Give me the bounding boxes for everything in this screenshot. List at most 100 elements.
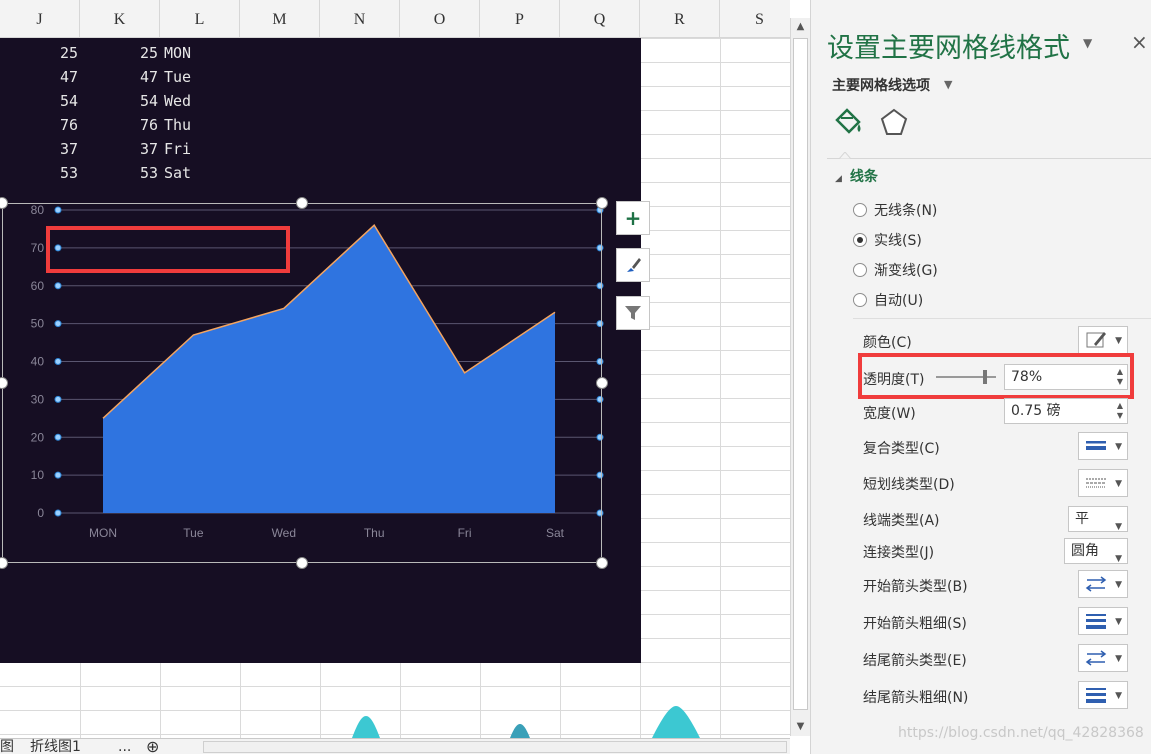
cell-value[interactable]: 54 — [60, 92, 78, 110]
arrows-icon — [1085, 576, 1107, 592]
cell-value[interactable]: Wed — [164, 92, 191, 110]
arrows-icon — [1085, 650, 1107, 666]
column-header[interactable]: L — [160, 0, 240, 38]
scroll-thumb[interactable] — [793, 38, 808, 710]
compound-type-label: 复合类型(C) — [863, 441, 940, 457]
cell-value[interactable]: 37 — [140, 140, 158, 158]
column-header[interactable]: S — [720, 0, 790, 38]
sheet-tab-active[interactable]: 折线图1 — [30, 739, 81, 754]
scroll-down-icon[interactable]: ▼ — [791, 718, 810, 736]
sheet-tab-bar: 图 折线图1 ... ⊕ — [0, 738, 790, 754]
column-header[interactable]: M — [240, 0, 320, 38]
cell-value[interactable]: Tue — [164, 68, 191, 86]
dash-type-button[interactable]: ▼ — [1078, 469, 1128, 497]
cell-value[interactable]: 47 — [140, 68, 158, 86]
cap-type-select[interactable]: 平 ▼ — [1068, 506, 1128, 532]
sheet-tab-partial[interactable]: 图 — [0, 739, 14, 754]
compound-type-button[interactable]: ▼ — [1078, 432, 1128, 460]
resize-handle[interactable] — [296, 557, 308, 569]
radio-dot — [853, 233, 867, 247]
column-headers: JKLMNOPQRS — [0, 0, 790, 38]
brush-icon — [627, 258, 641, 272]
chevron-down-icon: ▼ — [1115, 617, 1122, 627]
active-tab-indicator — [839, 152, 851, 159]
column-header[interactable]: Q — [560, 0, 640, 38]
cap-type-value: 平 — [1075, 511, 1089, 527]
cell-value[interactable]: Fri — [164, 140, 191, 158]
width-label: 宽度(W) — [863, 406, 916, 422]
options-dropdown[interactable]: 主要网格线选项 — [832, 75, 930, 95]
radio-dot — [853, 263, 867, 277]
section-lines[interactable]: ◢ 线条 — [835, 166, 878, 186]
cell-value[interactable]: 54 — [140, 92, 158, 110]
scroll-up-icon[interactable]: ▲ — [791, 18, 810, 36]
effects-pentagon-icon[interactable] — [877, 106, 911, 140]
radio-gradient-line[interactable]: 渐变线(G) — [853, 260, 938, 280]
resize-handle[interactable] — [596, 557, 608, 569]
resize-handle[interactable] — [296, 197, 308, 209]
section-title: 线条 — [849, 169, 878, 185]
highlight-box-gridline — [46, 226, 290, 273]
pencil-icon — [1086, 332, 1106, 348]
plus-icon: + — [624, 206, 642, 230]
begin-arrow-type-button[interactable]: ▼ — [1078, 570, 1128, 598]
cell-value[interactable]: 25 — [60, 44, 78, 62]
close-icon[interactable]: × — [1131, 30, 1148, 54]
color-label: 颜色(C) — [863, 335, 912, 351]
radio-dot — [853, 293, 867, 307]
resize-handle[interactable] — [596, 197, 608, 209]
color-picker-button[interactable]: ▼ — [1078, 326, 1128, 354]
begin-arrow-size-label: 开始箭头粗细(S) — [863, 616, 967, 632]
funnel-icon — [625, 306, 641, 320]
cell-value[interactable]: 47 — [60, 68, 78, 86]
end-arrow-type-label: 结尾箭头类型(E) — [863, 653, 967, 669]
cell-value[interactable]: 76 — [140, 116, 158, 134]
resize-handle[interactable] — [596, 377, 608, 389]
end-arrow-size-label: 结尾箭头粗细(N) — [863, 690, 969, 706]
column-header[interactable]: K — [80, 0, 160, 38]
chevron-down-icon: ▼ — [1115, 654, 1122, 664]
chevron-down-icon[interactable]: ▼ — [944, 78, 952, 91]
watermark-text: https://blog.csdn.net/qq_42828368 — [898, 725, 1144, 741]
chart-styles-button[interactable] — [616, 248, 650, 282]
dash-type-label: 短划线类型(D) — [863, 477, 955, 493]
pane-divider — [827, 158, 1151, 159]
cell-value[interactable]: Sat — [164, 164, 191, 182]
format-gridlines-pane: 设置主要网格线格式 ▼ × 主要网格线选项 ▼ ◢ 线条 无线条(N) 实线(S)… — [810, 0, 1151, 754]
join-type-select[interactable]: 圆角 ▼ — [1064, 538, 1128, 564]
cell-value[interactable]: MON — [164, 44, 191, 62]
end-arrow-size-button[interactable]: ▼ — [1078, 681, 1128, 709]
radio-label: 无线条(N) — [874, 203, 938, 219]
cell-value[interactable]: 25 — [140, 44, 158, 62]
add-sheet-icon[interactable]: ⊕ — [146, 739, 159, 754]
cell-value[interactable]: Thu — [164, 116, 191, 134]
cell-value[interactable]: 53 — [60, 164, 78, 182]
cell-value[interactable]: 37 — [60, 140, 78, 158]
width-input[interactable]: 0.75 磅 ▲ ▼ — [1004, 398, 1128, 424]
column-header[interactable]: P — [480, 0, 560, 38]
cell-value[interactable]: 76 — [60, 116, 78, 134]
fill-line-icon[interactable] — [831, 106, 865, 140]
radio-no-line[interactable]: 无线条(N) — [853, 200, 937, 220]
radio-dot — [853, 203, 867, 217]
vertical-scrollbar[interactable]: ▲ ▼ — [790, 18, 810, 736]
pane-title: 设置主要网格线格式 — [827, 33, 1070, 64]
begin-arrow-size-button[interactable]: ▼ — [1078, 607, 1128, 635]
spin-arrows-icon[interactable]: ▲ ▼ — [1117, 401, 1123, 421]
radio-automatic[interactable]: 自动(U) — [853, 290, 923, 310]
column-header[interactable]: N — [320, 0, 400, 38]
chevron-down-icon: ▼ — [1115, 479, 1122, 489]
end-arrow-type-button[interactable]: ▼ — [1078, 644, 1128, 672]
column-header[interactable]: R — [640, 0, 720, 38]
horizontal-scrollbar[interactable] — [203, 741, 787, 753]
column-header[interactable]: O — [400, 0, 480, 38]
radio-solid-line[interactable]: 实线(S) — [853, 230, 922, 250]
more-sheets-button[interactable]: ... — [118, 739, 131, 754]
chart-filters-button[interactable] — [616, 296, 650, 330]
cell-value[interactable]: 53 — [140, 164, 158, 182]
background-chart-peaks — [352, 706, 700, 738]
chart-elements-button[interactable]: + — [616, 201, 650, 235]
chevron-down-icon[interactable]: ▼ — [1083, 36, 1092, 50]
excel-window: JKLMNOPQRS 25 25 MON 47 47 Tue 54 54 Wed 76 76 Thu 3… — [0, 0, 1151, 754]
column-header[interactable]: J — [0, 0, 80, 38]
